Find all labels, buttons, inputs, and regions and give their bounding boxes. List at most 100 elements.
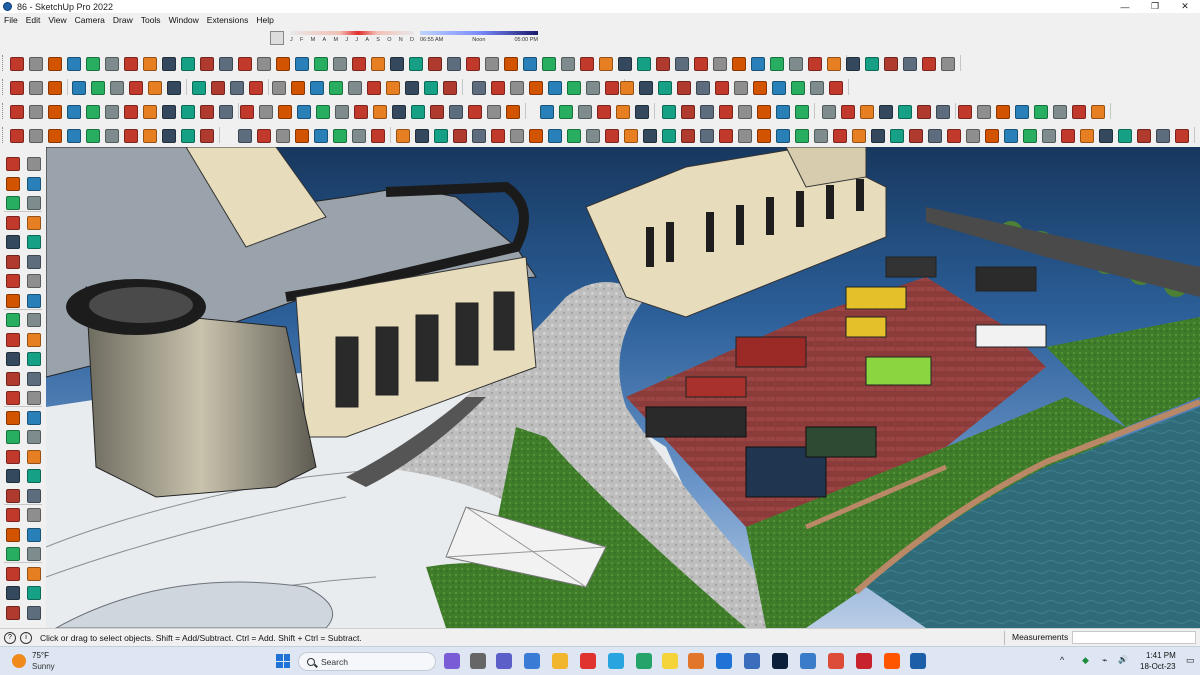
toolbar-tool-icon[interactable] bbox=[789, 79, 805, 95]
toolbar-tool-icon[interactable] bbox=[1032, 103, 1048, 119]
toolbar-tool-icon[interactable] bbox=[692, 55, 708, 71]
toolbar-tool-icon[interactable] bbox=[65, 55, 81, 71]
toolbar-tool-icon[interactable] bbox=[331, 55, 347, 71]
photoshop-icon[interactable] bbox=[772, 653, 788, 669]
toolbar-tool-icon[interactable] bbox=[466, 103, 482, 119]
toolbar-tool-icon[interactable] bbox=[502, 55, 518, 71]
toolbar-tool-icon[interactable] bbox=[350, 55, 366, 71]
soundcloud-icon[interactable] bbox=[884, 653, 900, 669]
toolbar-tool-icon[interactable] bbox=[774, 103, 790, 119]
toolbar-tool-icon[interactable] bbox=[504, 103, 520, 119]
toolbar-tool-icon[interactable] bbox=[295, 103, 311, 119]
large-tool-icon[interactable] bbox=[3, 213, 21, 231]
task-view-icon[interactable] bbox=[470, 653, 486, 669]
toolbar-tool-icon[interactable] bbox=[179, 55, 195, 71]
toolbar-tool-icon[interactable] bbox=[190, 79, 206, 95]
toolbar-tool-icon[interactable] bbox=[489, 79, 505, 95]
large-tool-icon[interactable] bbox=[24, 232, 42, 250]
toolbar-tool-icon[interactable] bbox=[679, 127, 695, 143]
large-tool-icon[interactable] bbox=[24, 310, 42, 328]
toolbar-tool-icon[interactable] bbox=[1051, 103, 1067, 119]
toolbar-tool-icon[interactable] bbox=[179, 103, 195, 119]
toolbar-tool-icon[interactable] bbox=[770, 79, 786, 95]
toolbar-tool-icon[interactable] bbox=[1059, 127, 1075, 143]
toolbar-tool-icon[interactable] bbox=[369, 127, 385, 143]
toolbar-tool-icon[interactable] bbox=[597, 55, 613, 71]
toolbar-tool-icon[interactable] bbox=[198, 103, 214, 119]
toolbar-tool-icon[interactable] bbox=[8, 127, 24, 143]
minimize-button[interactable]: — bbox=[1110, 0, 1140, 13]
large-tool-icon[interactable] bbox=[24, 486, 42, 504]
toolbar-tool-icon[interactable] bbox=[584, 79, 600, 95]
toolbar-tool-icon[interactable] bbox=[89, 79, 105, 95]
toolbar-tool-icon[interactable] bbox=[711, 55, 727, 71]
toolbar-tool-icon[interactable] bbox=[1002, 127, 1018, 143]
large-tool-icon[interactable] bbox=[24, 505, 42, 523]
toolbar-tool-icon[interactable] bbox=[198, 127, 214, 143]
toolbar-tool-icon[interactable] bbox=[84, 55, 100, 71]
menu-camera[interactable]: Camera bbox=[75, 15, 105, 25]
toolbar-tool-icon[interactable] bbox=[1173, 127, 1189, 143]
chrome-icon[interactable] bbox=[828, 653, 844, 669]
date-slider[interactable] bbox=[290, 31, 414, 35]
toolbar-tool-icon[interactable] bbox=[656, 79, 672, 95]
toolbar-tool-icon[interactable] bbox=[1070, 103, 1086, 119]
large-tool-icon[interactable] bbox=[3, 291, 21, 309]
toolbar-tool-icon[interactable] bbox=[483, 55, 499, 71]
toolbar-tool-icon[interactable] bbox=[160, 127, 176, 143]
opera-icon[interactable] bbox=[580, 653, 596, 669]
large-tool-icon[interactable] bbox=[24, 252, 42, 270]
menu-tools[interactable]: Tools bbox=[141, 15, 161, 25]
wifi-icon[interactable]: ⌁ bbox=[1102, 655, 1107, 666]
toolbar-tool-icon[interactable] bbox=[108, 79, 124, 95]
toolbar-tool-icon[interactable] bbox=[84, 103, 100, 119]
toolbar-tool-icon[interactable] bbox=[1135, 127, 1151, 143]
toolbar-tool-icon[interactable] bbox=[369, 55, 385, 71]
large-tool-icon[interactable] bbox=[24, 564, 42, 582]
toolbar-tool-icon[interactable] bbox=[276, 103, 292, 119]
toolbar-tool-icon[interactable] bbox=[858, 103, 874, 119]
menu-extensions[interactable]: Extensions bbox=[207, 15, 249, 25]
large-tool-icon[interactable] bbox=[24, 525, 42, 543]
store-icon[interactable] bbox=[716, 653, 732, 669]
toolbar-tool-icon[interactable] bbox=[774, 127, 790, 143]
toolbar-tool-icon[interactable] bbox=[394, 127, 410, 143]
toolbar-tool-icon[interactable] bbox=[538, 103, 554, 119]
toolbar-tool-icon[interactable] bbox=[122, 127, 138, 143]
toolbar-tool-icon[interactable] bbox=[755, 103, 771, 119]
large-tool-icon[interactable] bbox=[3, 525, 21, 543]
large-tool-icon[interactable] bbox=[3, 603, 21, 621]
telegram-icon[interactable] bbox=[608, 653, 624, 669]
brave-icon[interactable] bbox=[688, 653, 704, 669]
toolbar-tool-icon[interactable] bbox=[257, 103, 273, 119]
large-tool-icon[interactable] bbox=[3, 271, 21, 289]
app-icon[interactable] bbox=[910, 653, 926, 669]
toolbar-tool-icon[interactable] bbox=[308, 79, 324, 95]
toolbar-tool-icon[interactable] bbox=[8, 79, 24, 95]
copilot-icon[interactable] bbox=[444, 653, 460, 669]
toolbar-tool-icon[interactable] bbox=[1097, 127, 1113, 143]
toolbar-tool-icon[interactable] bbox=[675, 79, 691, 95]
toolbar-tool-icon[interactable] bbox=[350, 127, 366, 143]
large-tool-icon[interactable] bbox=[3, 388, 21, 406]
toolbar-tool-icon[interactable] bbox=[464, 55, 480, 71]
large-tool-icon[interactable] bbox=[24, 583, 42, 601]
toolbar-tool-icon[interactable] bbox=[540, 55, 556, 71]
toolbar-tool-icon[interactable] bbox=[46, 79, 62, 95]
large-tool-icon[interactable] bbox=[3, 154, 21, 172]
toolbar-tool-icon[interactable] bbox=[1078, 127, 1094, 143]
toolbar-tool-icon[interactable] bbox=[236, 127, 252, 143]
toolbar-tool-icon[interactable] bbox=[812, 127, 828, 143]
toolbar-tool-icon[interactable] bbox=[293, 55, 309, 71]
defender-icon[interactable]: ◆ bbox=[1082, 655, 1089, 666]
toolbar-tool-icon[interactable] bbox=[673, 55, 689, 71]
taskbar-search[interactable]: Search bbox=[298, 652, 436, 671]
toolbar-tool-icon[interactable] bbox=[403, 79, 419, 95]
toolbar-tool-icon[interactable] bbox=[46, 127, 62, 143]
clock-date[interactable]: 18-Oct-23 bbox=[1140, 662, 1176, 671]
large-tool-icon[interactable] bbox=[24, 427, 42, 445]
large-tool-icon[interactable] bbox=[24, 603, 42, 621]
toolbar-tool-icon[interactable] bbox=[808, 79, 824, 95]
toolbar-tool-icon[interactable] bbox=[314, 103, 330, 119]
toolbar-tool-icon[interactable] bbox=[559, 55, 575, 71]
